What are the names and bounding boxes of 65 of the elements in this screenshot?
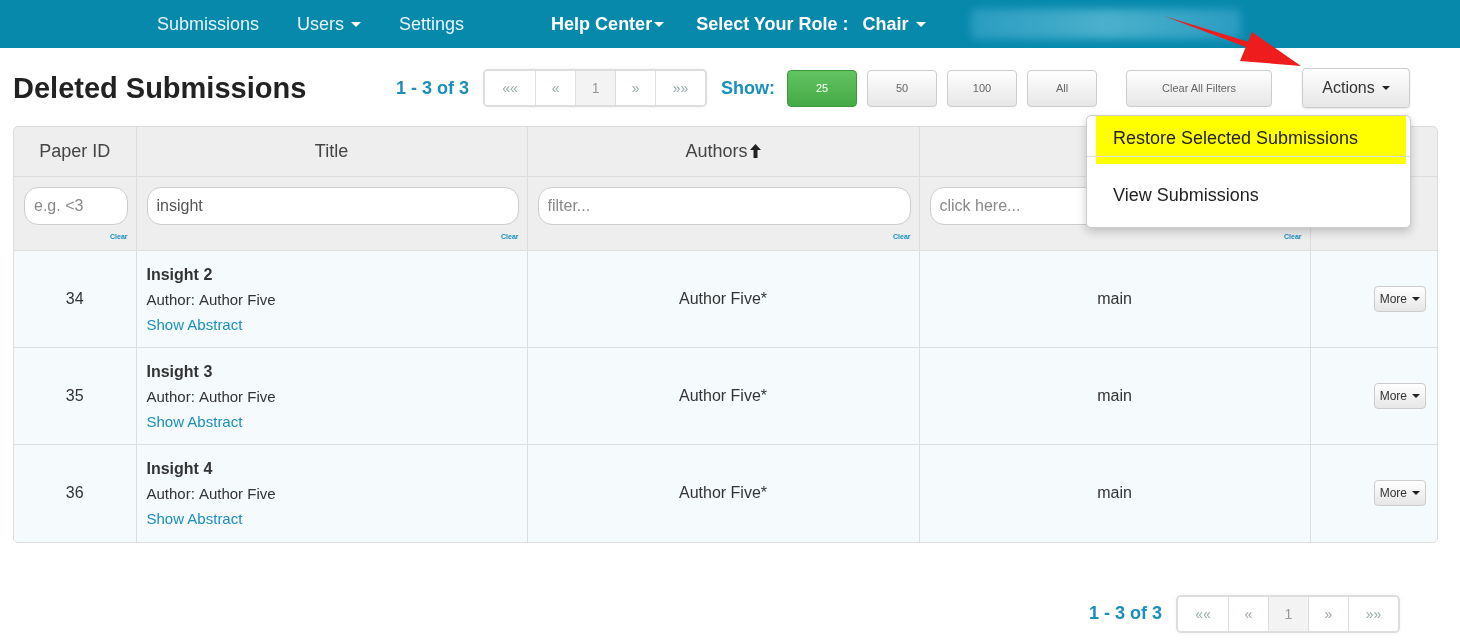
- author-name: Author Five: [198, 387, 276, 405]
- role-label: Select Your Role :: [696, 13, 849, 35]
- paper-id-cell: 36: [14, 444, 136, 542]
- table-cell: main: [919, 347, 1310, 445]
- page-button[interactable]: ««: [485, 71, 536, 105]
- caret-icon: [1412, 491, 1420, 496]
- paper-id-cell: 34: [14, 250, 136, 348]
- role-dropdown[interactable]: Chair: [862, 13, 926, 35]
- menu-item[interactable]: View Submissions: [1087, 173, 1410, 215]
- caret-icon: [1412, 297, 1420, 301]
- filter-field[interactable]: e.g. <3: [24, 187, 128, 225]
- table-cell: main: [919, 250, 1310, 348]
- filter-field[interactable]: filter...: [537, 187, 911, 225]
- author-label: Author:: [146, 484, 195, 502]
- page-size-button[interactable]: 25: [787, 69, 858, 107]
- more-button[interactable]: More: [1373, 480, 1426, 507]
- caret-icon: [351, 21, 362, 27]
- show-abstract-link[interactable]: Show Abstract: [146, 412, 243, 430]
- authors-cell: Author Five*: [527, 250, 919, 348]
- column-header[interactable]: Paper ID: [14, 127, 136, 177]
- help-center-menu[interactable]: Help Center: [551, 13, 665, 35]
- paper-title: Insight 2: [146, 264, 214, 285]
- paper-title: Insight 4: [146, 458, 214, 479]
- author-name: Author Five: [198, 290, 276, 308]
- nav-link[interactable]: Submissions: [157, 13, 260, 35]
- authors-cell: Author Five*: [527, 444, 919, 542]
- page-size-button[interactable]: 100: [947, 69, 1018, 107]
- page-size-button[interactable]: All: [1027, 69, 1098, 107]
- page-button[interactable]: «: [1228, 596, 1268, 631]
- page-range: 1 - 3 of 3: [1088, 603, 1162, 624]
- page-button[interactable]: 1: [1268, 596, 1308, 631]
- column-header[interactable]: Authors: [527, 127, 919, 177]
- page-button[interactable]: »: [615, 71, 656, 105]
- author-label: Author:: [146, 290, 195, 308]
- page-button[interactable]: 1: [575, 71, 616, 105]
- nav-link[interactable]: Users: [297, 13, 362, 35]
- paper-id-cell: 35: [14, 347, 136, 445]
- menu-item[interactable]: Restore Selected Submissions: [1096, 116, 1406, 164]
- page-button[interactable]: »: [1308, 596, 1348, 631]
- authors-cell: Author Five*: [527, 347, 919, 445]
- caret-icon: [915, 21, 926, 27]
- show-label: Show:: [721, 77, 776, 99]
- page-button[interactable]: «: [535, 71, 576, 105]
- caret-icon: [1412, 394, 1420, 398]
- author-label: Author:: [146, 387, 195, 405]
- page-button[interactable]: »»: [655, 71, 706, 105]
- author-name: Author Five: [198, 484, 276, 502]
- clear-all-filters-button[interactable]: Clear All Filters: [1126, 69, 1272, 107]
- caret-icon: [654, 21, 665, 27]
- page-button[interactable]: »»: [1348, 596, 1398, 631]
- show-abstract-link[interactable]: Show Abstract: [146, 509, 243, 527]
- table-cell: main: [919, 444, 1310, 542]
- page-range: 1 - 3 of 3: [396, 77, 470, 99]
- filter-field[interactable]: insight: [146, 187, 519, 225]
- more-button[interactable]: More: [1373, 286, 1426, 312]
- page-button[interactable]: ««: [1178, 596, 1228, 631]
- page-size-button[interactable]: 50: [867, 69, 938, 107]
- page-title: Deleted Submissions: [13, 71, 308, 105]
- column-header[interactable]: Title: [136, 127, 527, 177]
- nav-link[interactable]: Settings: [399, 13, 465, 35]
- caret-icon: [1381, 86, 1390, 90]
- paper-title: Insight 3: [146, 361, 214, 382]
- more-button[interactable]: More: [1373, 383, 1426, 409]
- actions-button[interactable]: Actions: [1302, 68, 1410, 108]
- show-abstract-link[interactable]: Show Abstract: [146, 315, 243, 333]
